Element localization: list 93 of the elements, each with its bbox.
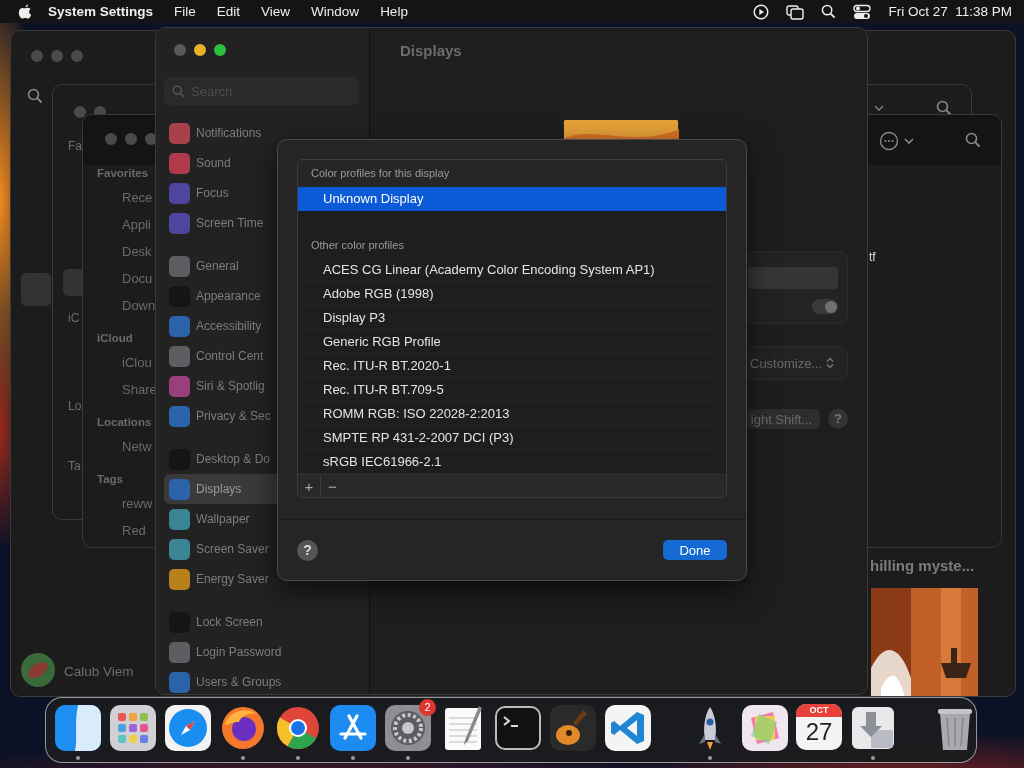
play-icon[interactable] (753, 3, 770, 20)
calendar-month: OCT (796, 704, 842, 717)
profile-row[interactable]: ACES CG Linear (Academy Color Encoding System AP1) (298, 258, 716, 282)
sidebar-item[interactable]: Down (97, 292, 157, 319)
profile-row[interactable]: Unknown Display (298, 187, 726, 211)
text-field[interactable] (748, 267, 838, 289)
sidebar-text: Ta (68, 459, 81, 473)
sidebar-text: Lo (68, 399, 82, 413)
user-name: Calub Viem (64, 664, 134, 679)
search-icon (172, 85, 185, 98)
sidebar-item[interactable]: iClou (97, 349, 157, 376)
sidebar-item[interactable]: Login Password (164, 637, 284, 667)
control-center-icon[interactable] (853, 3, 872, 20)
installer-icon[interactable] (849, 704, 897, 752)
browser-icon[interactable] (219, 704, 267, 752)
sidebar-section-header: Locations (97, 415, 153, 430)
done-button[interactable]: Done (663, 540, 727, 560)
profile-row[interactable]: Display P3 (298, 306, 716, 330)
sidebar-item[interactable]: Screen Time (164, 208, 266, 238)
launchpad-icon[interactable] (109, 704, 157, 752)
sidebar-text: iC (68, 311, 80, 325)
toggle-switch[interactable] (812, 299, 838, 314)
profile-row[interactable]: Rec. ITU-R BT.2020-1 (298, 354, 716, 378)
sidebar-item[interactable]: Wallpaper (164, 504, 252, 534)
sidebar-item[interactable]: Notifications (164, 118, 264, 148)
avatar-icon (20, 652, 56, 688)
apple-icon[interactable] (18, 3, 32, 20)
list-section-header: Color profiles for this display (298, 160, 726, 187)
minimize-button[interactable] (194, 44, 206, 56)
code-editor-icon[interactable] (604, 704, 652, 752)
sidebar-section-header: Favorites (97, 166, 150, 181)
zoom-button[interactable] (214, 44, 226, 56)
calendar-icon[interactable]: OCT 27 (796, 704, 842, 750)
more-icon[interactable] (879, 131, 899, 151)
stepper-icon (826, 357, 835, 369)
profile-row[interactable]: Rec. ITU-R BT.709-5 (298, 378, 716, 402)
help-button[interactable]: ? (828, 409, 848, 429)
sidebar-item[interactable]: Docu (97, 265, 157, 292)
add-button[interactable]: + (298, 475, 321, 497)
menu-item[interactable]: Edit (216, 4, 241, 19)
compass-icon[interactable] (164, 704, 212, 752)
profile-row[interactable]: Adobe RGB (1998) (298, 282, 716, 306)
sidebar-section-header: iCloud (97, 331, 134, 346)
sidebar-item[interactable]: Control Cent (164, 341, 266, 371)
finder-icon[interactable] (54, 704, 102, 752)
menu-item[interactable]: Window (311, 4, 360, 19)
menu-item[interactable]: Help (380, 4, 408, 19)
sidebar-item[interactable]: Privacy & Sec (164, 401, 273, 431)
menu-bar-clock[interactable]: Fri Oct 27 11:38 PM (888, 4, 1012, 19)
sidebar-item[interactable]: Netw (97, 433, 157, 460)
remove-button[interactable]: − (321, 475, 344, 497)
sidebar-item[interactable]: Lock Screen (164, 607, 265, 637)
page-title: Displays (400, 42, 462, 59)
sidebar-item[interactable]: Appearance (164, 281, 263, 311)
app-store-icon[interactable] (329, 704, 377, 752)
sidebar-item[interactable]: Users & Groups (164, 667, 284, 694)
sidebar-item[interactable]: Focus (164, 178, 231, 208)
guitar-icon[interactable] (549, 704, 597, 752)
sidebar-item[interactable]: Share (97, 376, 157, 403)
sidebar-item[interactable]: Screen Saver (164, 534, 271, 564)
sidebar-item[interactable]: Rece (97, 184, 157, 211)
calendar-day: 27 (805, 717, 833, 747)
sidebar-item[interactable]: Desk (97, 238, 157, 265)
sidebar-item[interactable]: Energy Saver (164, 564, 271, 594)
app-menu[interactable]: System Settings (48, 4, 154, 19)
profile-row[interactable]: Generic RGB Profile (298, 330, 716, 354)
sidebar-item[interactable]: General (164, 251, 241, 281)
notification-badge: 2 (419, 699, 436, 716)
media-title: hilling myste... (870, 557, 975, 574)
chevron-icon[interactable] (904, 138, 914, 145)
file-name-text: tf (869, 250, 876, 264)
sidebar-item[interactable]: Red (97, 517, 157, 544)
menu-item[interactable]: File (174, 4, 196, 19)
profile-row[interactable]: ROMM RGB: ISO 22028-2:2013 (298, 402, 716, 426)
sidebar-item[interactable]: Appli (97, 211, 157, 238)
screen-mirroring-icon[interactable] (786, 3, 805, 20)
sidebar-text: Fa (68, 139, 82, 153)
sidebar-item[interactable]: Siri & Spotlig (164, 371, 267, 401)
profile-row[interactable]: SMPTE RP 431-2-2007 DCI (P3) (298, 426, 716, 450)
sidebar-item[interactable]: reww (97, 490, 157, 517)
sidebar-section-header: Tags (97, 472, 124, 487)
gear-icon[interactable] (384, 704, 432, 752)
help-button[interactable]: ? (297, 539, 318, 561)
sidebar-item[interactable]: Sound (164, 148, 233, 178)
terminal-icon[interactable] (494, 704, 542, 752)
list-section-header: Other color profiles (310, 238, 405, 253)
sidebar-item[interactable]: Desktop & Do (164, 444, 273, 474)
search-icon[interactable] (821, 4, 837, 19)
menu-item[interactable]: View (261, 4, 291, 19)
browser-icon[interactable] (274, 704, 322, 752)
chevron-icon[interactable] (874, 105, 884, 112)
sidebar-item[interactable]: Accessibility (164, 311, 264, 341)
color-swatch-icon[interactable] (741, 704, 789, 752)
